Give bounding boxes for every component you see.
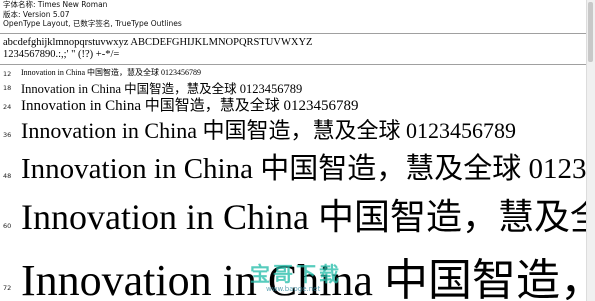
divider-samples: [0, 64, 587, 65]
size-label: 72: [3, 284, 12, 292]
size-label: 18: [3, 84, 12, 92]
font-type-line: OpenType Layout, 已数字签名, TrueType Outline…: [3, 19, 182, 28]
size-label: 36: [3, 131, 12, 139]
charset-line-2: 1234567890.:,;' " (!?) +-*/=: [3, 49, 120, 60]
charset-line-1: abcdefghijklmnopqrstuvwxyz ABCDEFGHIJKLM…: [3, 37, 313, 48]
size-label: 48: [3, 172, 12, 180]
size-label: 60: [3, 222, 12, 230]
sample-text: Innovation in China 中国智造，慧及全球 0123456789: [21, 197, 587, 237]
watermark-url: www.baoge.net: [266, 285, 321, 293]
sample-text: Innovation in China 中国智造，慧及全球 0123456789: [21, 153, 587, 185]
sample-text: Innovation in China 中国智造，慧及全球 0123456789: [21, 118, 516, 143]
watermark-logo: 宝哥下载 www.baoge.net: [244, 256, 364, 296]
size-label: 24: [3, 103, 12, 111]
font-version-line: 版本: Version 5.07: [3, 9, 70, 19]
scrollbar-thumb[interactable]: [588, 2, 593, 62]
sample-text: Innovation in China 中国智造，慧及全球 0123456789: [21, 68, 201, 77]
watermark-text: 宝哥下载: [250, 262, 342, 286]
divider-top: [0, 33, 587, 34]
font-info-panel: 字体名称: Times New Roman 版本: Version 5.07 O…: [3, 0, 182, 29]
size-label: 12: [3, 70, 12, 78]
font-preview-window: 字体名称: Times New Roman 版本: Version 5.07 O…: [0, 0, 587, 301]
sample-text: Innovation in China 中国智造，慧及全球 0123456789: [21, 98, 359, 114]
vertical-scrollbar[interactable]: [586, 0, 595, 301]
font-name-line: 字体名称: Times New Roman: [3, 0, 108, 9]
